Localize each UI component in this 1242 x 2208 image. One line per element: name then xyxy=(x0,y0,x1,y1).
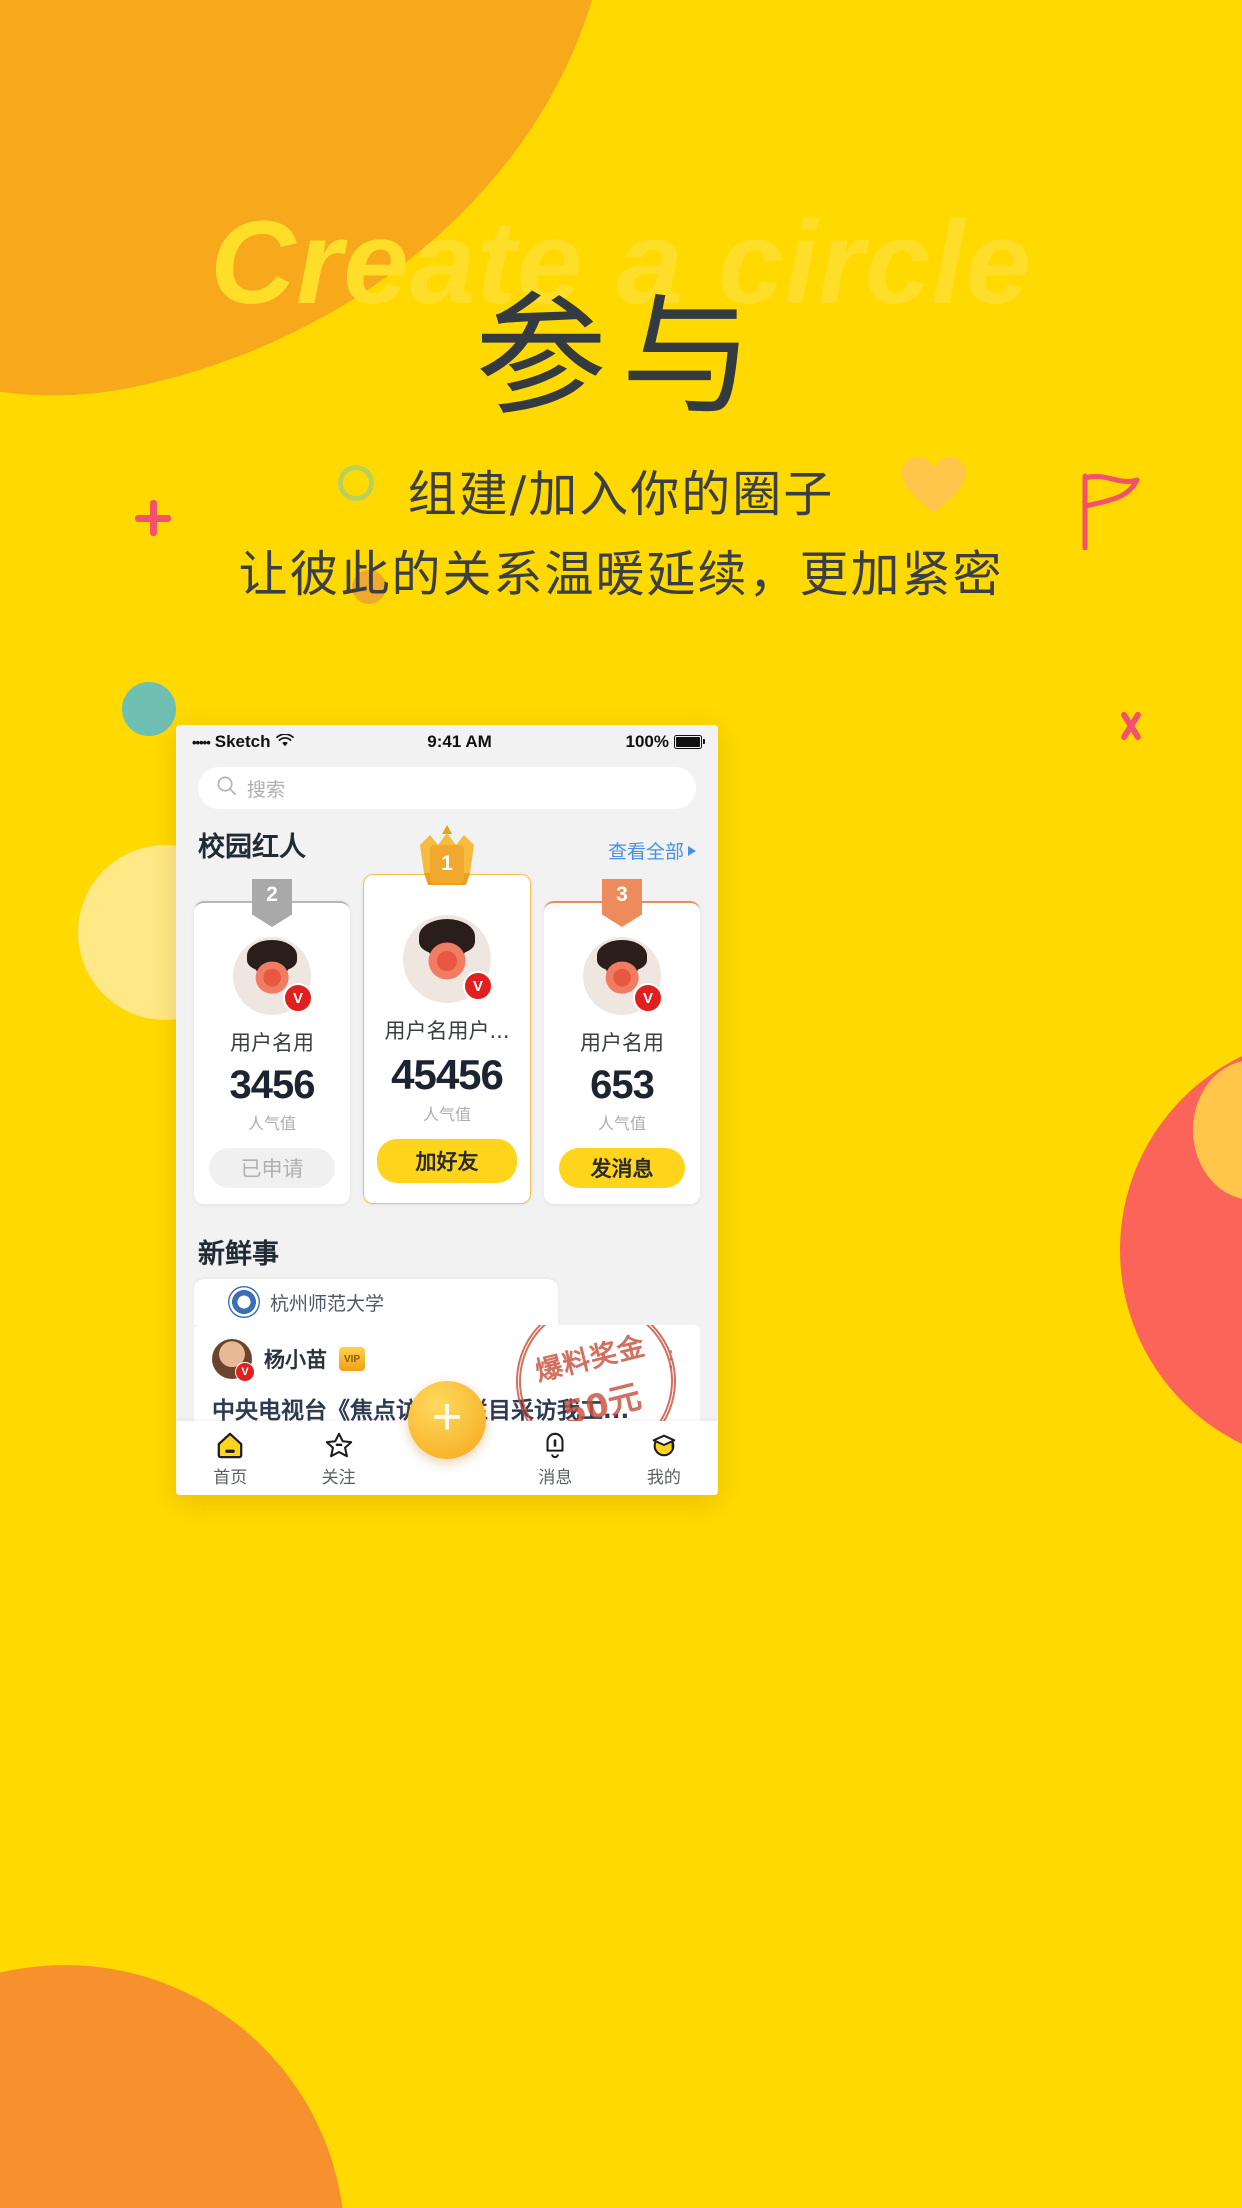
celebrity-card[interactable]: 3 V 用户名用 653 人气值 发消息 xyxy=(543,879,701,1204)
tab-mine[interactable]: 我的 xyxy=(610,1428,718,1488)
battery-icon xyxy=(674,735,705,749)
card-action-button[interactable]: 已申请 xyxy=(209,1148,336,1188)
status-bar-time: 9:41 AM xyxy=(427,732,492,751)
avatar-wrapper: V xyxy=(403,915,493,1003)
search-placeholder: 搜索 xyxy=(247,778,286,801)
status-bar: ••••• Sketch 9:41 AM 100% xyxy=(176,725,718,759)
battery-percent: 100% xyxy=(625,732,669,751)
tab-home[interactable]: 首页 xyxy=(176,1428,284,1488)
home-icon xyxy=(176,1428,284,1462)
feed-section-title: 新鲜事 xyxy=(198,1239,279,1270)
feed-university-tab[interactable]: 杭州师范大学 xyxy=(194,1279,558,1325)
wifi-icon xyxy=(275,732,294,752)
signal-dots-icon: ••••• xyxy=(192,734,211,750)
status-bar-right: 100% xyxy=(625,732,705,752)
popularity-value: 3456 xyxy=(229,1063,316,1107)
university-name: 杭州师范大学 xyxy=(270,1292,385,1315)
crown-icon: 1 xyxy=(408,823,486,889)
phone-mockup: ••••• Sketch 9:41 AM 100% 搜索 校园红人 查看全部 2… xyxy=(176,725,718,1495)
search-input[interactable]: 搜索 xyxy=(198,767,696,809)
university-crest-icon xyxy=(228,1286,260,1318)
tab-message-label: 消息 xyxy=(538,1468,573,1488)
view-all-link[interactable]: 查看全部 xyxy=(608,837,696,864)
username: 用户名用 xyxy=(230,1031,315,1055)
popularity-label: 人气值 xyxy=(423,1105,472,1124)
view-all-label: 查看全部 xyxy=(607,841,684,863)
page-title: 参与 xyxy=(475,280,767,434)
triangle-right-icon xyxy=(688,845,696,856)
tab-home-label: 首页 xyxy=(213,1468,248,1488)
rank-badge: 2 xyxy=(252,879,293,927)
status-bar-left: ••••• Sketch xyxy=(192,732,294,752)
plus-icon: + xyxy=(431,1388,463,1446)
tab-message[interactable]: 消息 xyxy=(501,1428,609,1488)
rank-badge: 1 xyxy=(430,845,464,883)
create-post-fab[interactable]: + xyxy=(408,1381,486,1459)
v-badge-icon: V xyxy=(632,983,663,1013)
tab-follow[interactable]: 关注 xyxy=(284,1428,392,1488)
subtitle-line-2: 让彼此的关系温暖延续，更加紧密 xyxy=(238,546,1004,603)
popularity-label: 人气值 xyxy=(248,1114,297,1133)
card-action-button[interactable]: 加好友 xyxy=(377,1139,517,1183)
author-name: 杨小苗 xyxy=(264,1348,327,1372)
v-badge-icon: V xyxy=(463,971,493,1001)
celebrity-section-title: 校园红人 xyxy=(198,832,306,863)
username: 用户名用户... xyxy=(384,1019,510,1043)
username: 用户名用 xyxy=(579,1031,664,1055)
v-badge-icon: V xyxy=(235,1362,255,1382)
celebrity-card[interactable]: 1 V 用户名用户... 45456 人气值 加好友 xyxy=(363,825,531,1204)
author-avatar: V xyxy=(212,1339,255,1382)
carrier-name: Sketch xyxy=(214,732,271,751)
blob-bottom-left xyxy=(0,1965,345,2208)
search-icon xyxy=(216,775,237,801)
feed-section-header: 新鲜事 xyxy=(176,1204,718,1279)
popularity-value: 653 xyxy=(590,1063,655,1107)
tab-follow-label: 关注 xyxy=(321,1468,356,1488)
graduation-cap-icon xyxy=(610,1428,718,1462)
level-badge: VIP xyxy=(339,1347,365,1371)
avatar-wrapper: V xyxy=(582,937,663,1015)
celebrity-card-list: 2 V 用户名用 3456 人气值 已申请 1 V 用户名用户... 45456… xyxy=(176,825,718,1204)
popularity-label: 人气值 xyxy=(597,1114,646,1133)
popularity-value: 45456 xyxy=(391,1051,504,1098)
search-area: 搜索 xyxy=(176,759,718,819)
avatar-wrapper: V xyxy=(233,937,314,1015)
card-action-button[interactable]: 发消息 xyxy=(558,1148,685,1188)
v-badge-icon: V xyxy=(283,983,314,1013)
circle-teal xyxy=(122,682,176,736)
rank-badge: 3 xyxy=(601,879,642,927)
star-icon xyxy=(284,1428,392,1462)
subtitle-line-1: 组建/加入你的圈子 xyxy=(407,466,835,523)
x-pink-icon xyxy=(1115,710,1147,742)
bell-icon xyxy=(501,1428,609,1462)
celebrity-card[interactable]: 2 V 用户名用 3456 人气值 已申请 xyxy=(194,879,351,1204)
tab-mine-label: 我的 xyxy=(646,1468,681,1488)
